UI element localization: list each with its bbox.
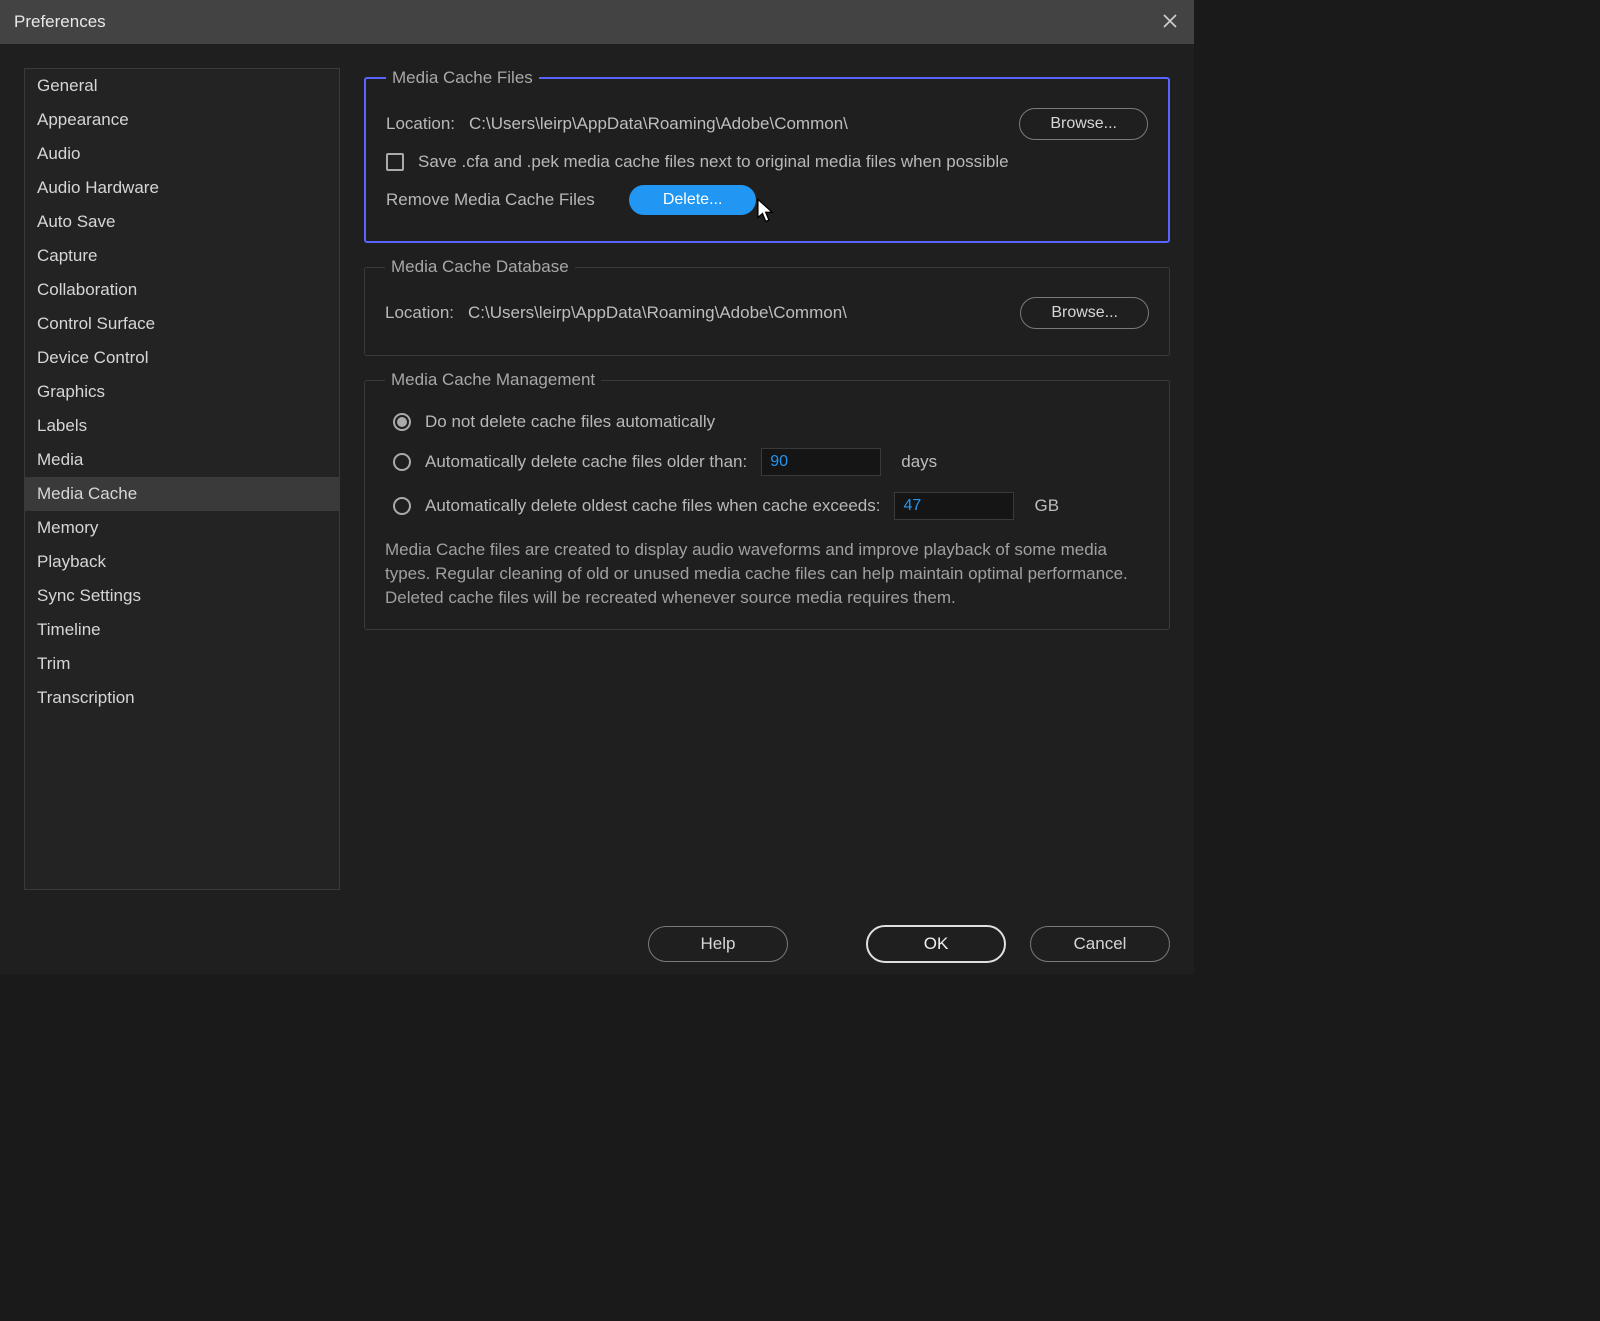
mgmt-opt3-unit: GB — [1034, 496, 1059, 516]
preferences-sidebar: GeneralAppearanceAudioAudio HardwareAuto… — [24, 68, 340, 890]
cache-db-location-label: Location: — [385, 303, 454, 323]
cache-files-location-path: C:\Users\leirp\AppData\Roaming\Adobe\Com… — [469, 114, 848, 134]
mgmt-opt3-row[interactable]: Automatically delete oldest cache files … — [393, 484, 1149, 528]
cache-files-location-label: Location: — [386, 114, 455, 134]
help-button[interactable]: Help — [648, 926, 788, 962]
sidebar-item-audio[interactable]: Audio — [25, 137, 339, 171]
remove-cache-row: Remove Media Cache Files Delete... — [386, 178, 1148, 221]
sidebar-item-trim[interactable]: Trim — [25, 647, 339, 681]
sidebar-item-sync-settings[interactable]: Sync Settings — [25, 579, 339, 613]
sidebar-item-media-cache[interactable]: Media Cache — [25, 477, 339, 511]
sidebar-item-audio-hardware[interactable]: Audio Hardware — [25, 171, 339, 205]
mgmt-opt2-label: Automatically delete cache files older t… — [425, 452, 747, 472]
sidebar-item-general[interactable]: General — [25, 69, 339, 103]
media-cache-files-legend: Media Cache Files — [386, 68, 539, 88]
sidebar-item-media[interactable]: Media — [25, 443, 339, 477]
mgmt-description: Media Cache files are created to display… — [385, 528, 1149, 609]
sidebar-item-memory[interactable]: Memory — [25, 511, 339, 545]
sidebar-item-labels[interactable]: Labels — [25, 409, 339, 443]
sidebar-item-control-surface[interactable]: Control Surface — [25, 307, 339, 341]
media-cache-mgmt-legend: Media Cache Management — [385, 370, 601, 390]
sidebar-item-playback[interactable]: Playback — [25, 545, 339, 579]
titlebar: Preferences — [0, 0, 1194, 44]
remove-cache-label: Remove Media Cache Files — [386, 190, 595, 210]
mgmt-opt1-label: Do not delete cache files automatically — [425, 412, 715, 432]
dialog-body: GeneralAppearanceAudioAudio HardwareAuto… — [0, 44, 1194, 914]
sidebar-item-appearance[interactable]: Appearance — [25, 103, 339, 137]
mgmt-opt2-input[interactable] — [761, 448, 881, 476]
media-cache-db-group: Media Cache Database Location: C:\Users\… — [364, 257, 1170, 356]
sidebar-item-graphics[interactable]: Graphics — [25, 375, 339, 409]
mgmt-opt1-row[interactable]: Do not delete cache files automatically — [393, 404, 1149, 440]
close-icon[interactable] — [1162, 13, 1180, 31]
mgmt-opt1-radio[interactable] — [393, 413, 411, 431]
media-cache-db-legend: Media Cache Database — [385, 257, 575, 277]
mgmt-opt2-row[interactable]: Automatically delete cache files older t… — [393, 440, 1149, 484]
ok-button[interactable]: OK — [866, 925, 1006, 963]
media-cache-mgmt-group: Media Cache Management Do not delete cac… — [364, 370, 1170, 630]
preferences-content: Media Cache Files Location: C:\Users\lei… — [364, 68, 1170, 890]
mgmt-opt2-unit: days — [901, 452, 937, 472]
mgmt-opt2-radio[interactable] — [393, 453, 411, 471]
media-cache-files-group: Media Cache Files Location: C:\Users\lei… — [364, 68, 1170, 243]
cache-files-browse-button[interactable]: Browse... — [1019, 108, 1148, 140]
sidebar-item-capture[interactable]: Capture — [25, 239, 339, 273]
save-next-row[interactable]: Save .cfa and .pek media cache files nex… — [386, 146, 1148, 178]
save-next-label: Save .cfa and .pek media cache files nex… — [418, 152, 1009, 172]
sidebar-item-device-control[interactable]: Device Control — [25, 341, 339, 375]
cache-db-browse-button[interactable]: Browse... — [1020, 297, 1149, 329]
save-next-checkbox[interactable] — [386, 153, 404, 171]
sidebar-item-auto-save[interactable]: Auto Save — [25, 205, 339, 239]
mgmt-opt3-radio[interactable] — [393, 497, 411, 515]
window-title: Preferences — [14, 12, 106, 32]
sidebar-item-collaboration[interactable]: Collaboration — [25, 273, 339, 307]
cancel-button[interactable]: Cancel — [1030, 926, 1170, 962]
cache-files-location-row: Location: C:\Users\leirp\AppData\Roaming… — [386, 102, 1148, 146]
delete-cache-button[interactable]: Delete... — [629, 185, 757, 215]
dialog-footer: Help OK Cancel — [0, 914, 1194, 974]
cache-db-location-row: Location: C:\Users\leirp\AppData\Roaming… — [385, 291, 1149, 335]
mgmt-opt3-label: Automatically delete oldest cache files … — [425, 496, 880, 516]
mgmt-opt3-input[interactable] — [894, 492, 1014, 520]
sidebar-item-transcription[interactable]: Transcription — [25, 681, 339, 715]
cursor-icon — [756, 198, 778, 229]
sidebar-item-timeline[interactable]: Timeline — [25, 613, 339, 647]
cache-db-location-path: C:\Users\leirp\AppData\Roaming\Adobe\Com… — [468, 303, 847, 323]
